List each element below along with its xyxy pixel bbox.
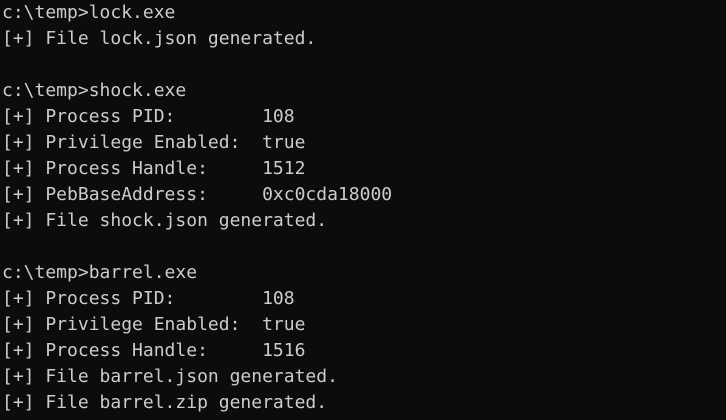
output-line: [+] File lock.json generated.	[2, 28, 317, 49]
output-line: [+] Privilege Enabled: true	[2, 314, 306, 335]
output-line: [+] File barrel.zip generated.	[2, 392, 328, 413]
command-line-shock: c:\temp>shock.exe	[2, 80, 187, 101]
terminal-window[interactable]: c:\temp>lock.exe [+] File lock.json gene…	[0, 0, 726, 420]
output-line: [+] PebBaseAddress: 0xc0cda18000	[2, 184, 393, 205]
output-line: [+] File barrel.json generated.	[2, 366, 338, 387]
output-line: [+] Process Handle: 1516	[2, 340, 306, 361]
output-line: [+] Process PID: 108	[2, 106, 295, 127]
command-line-barrel: c:\temp>barrel.exe	[2, 262, 198, 283]
output-line: [+] Privilege Enabled: true	[2, 132, 306, 153]
command-line-lock: c:\temp>lock.exe	[2, 2, 176, 23]
output-line: [+] Process Handle: 1512	[2, 158, 306, 179]
output-line: [+] Process PID: 108	[2, 288, 295, 309]
output-line: [+] File shock.json generated.	[2, 210, 328, 231]
